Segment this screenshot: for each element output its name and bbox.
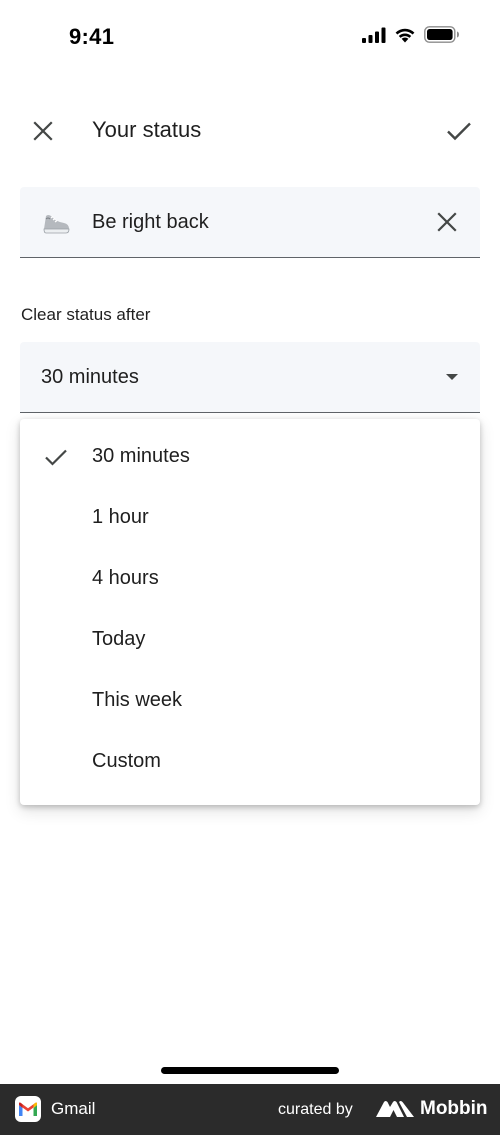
close-button[interactable] bbox=[26, 114, 60, 148]
menu-item-label: 1 hour bbox=[92, 506, 149, 528]
signal-icon bbox=[362, 27, 386, 48]
wifi-icon bbox=[394, 27, 416, 48]
menu-item-label: This week bbox=[92, 689, 183, 711]
close-icon bbox=[437, 212, 457, 232]
battery-icon bbox=[424, 26, 460, 48]
app-name: Gmail bbox=[51, 1099, 96, 1118]
menu-item-label: 4 hours bbox=[92, 567, 159, 589]
menu-item-today[interactable]: Today bbox=[20, 609, 480, 670]
clear-status-value: 30 minutes bbox=[41, 366, 139, 388]
page-title: Your status bbox=[92, 117, 202, 142]
menu-item-label: 30 minutes bbox=[92, 445, 190, 467]
curated-by-text: curated by bbox=[278, 1101, 353, 1118]
header: Your status bbox=[0, 100, 500, 162]
branding-bar: Gmail curated by Mobbin bbox=[0, 1084, 500, 1135]
menu-item-this-week[interactable]: This week bbox=[20, 670, 480, 731]
clear-status-button[interactable] bbox=[430, 205, 464, 239]
home-indicator[interactable] bbox=[161, 1067, 339, 1074]
status-icons bbox=[362, 26, 460, 48]
menu-item-4-hours[interactable]: 4 hours bbox=[20, 548, 480, 609]
close-icon bbox=[33, 121, 53, 141]
clear-status-label: Clear status after bbox=[21, 305, 151, 324]
mobbin-brand: Mobbin bbox=[420, 1098, 488, 1119]
status-screen: 9:41 Your status Be right back Clear sta… bbox=[0, 0, 500, 1135]
dropdown-arrow-icon bbox=[446, 374, 458, 380]
menu-item-label: Custom bbox=[92, 750, 161, 772]
check-icon bbox=[447, 122, 471, 141]
gmail-logo-icon bbox=[15, 1096, 41, 1122]
mobbin-logo-icon bbox=[376, 1101, 414, 1117]
status-field[interactable]: Be right back bbox=[20, 187, 480, 258]
clear-status-menu: 30 minutes 1 hour 4 hours Today This wee… bbox=[20, 419, 480, 805]
save-status-button[interactable] bbox=[442, 114, 476, 148]
check-icon bbox=[42, 443, 70, 471]
menu-item-label: Today bbox=[92, 628, 146, 650]
menu-item-1-hour[interactable]: 1 hour bbox=[20, 487, 480, 548]
menu-item-custom[interactable]: Custom bbox=[20, 731, 480, 792]
status-time: 9:41 bbox=[69, 24, 115, 49]
menu-item-30-minutes[interactable]: 30 minutes bbox=[20, 426, 480, 487]
sneaker-emoji-icon[interactable] bbox=[40, 207, 72, 239]
status-text-input[interactable]: Be right back bbox=[92, 211, 209, 234]
clear-status-select[interactable]: 30 minutes bbox=[20, 342, 480, 413]
status-bar: 9:41 bbox=[0, 0, 500, 75]
